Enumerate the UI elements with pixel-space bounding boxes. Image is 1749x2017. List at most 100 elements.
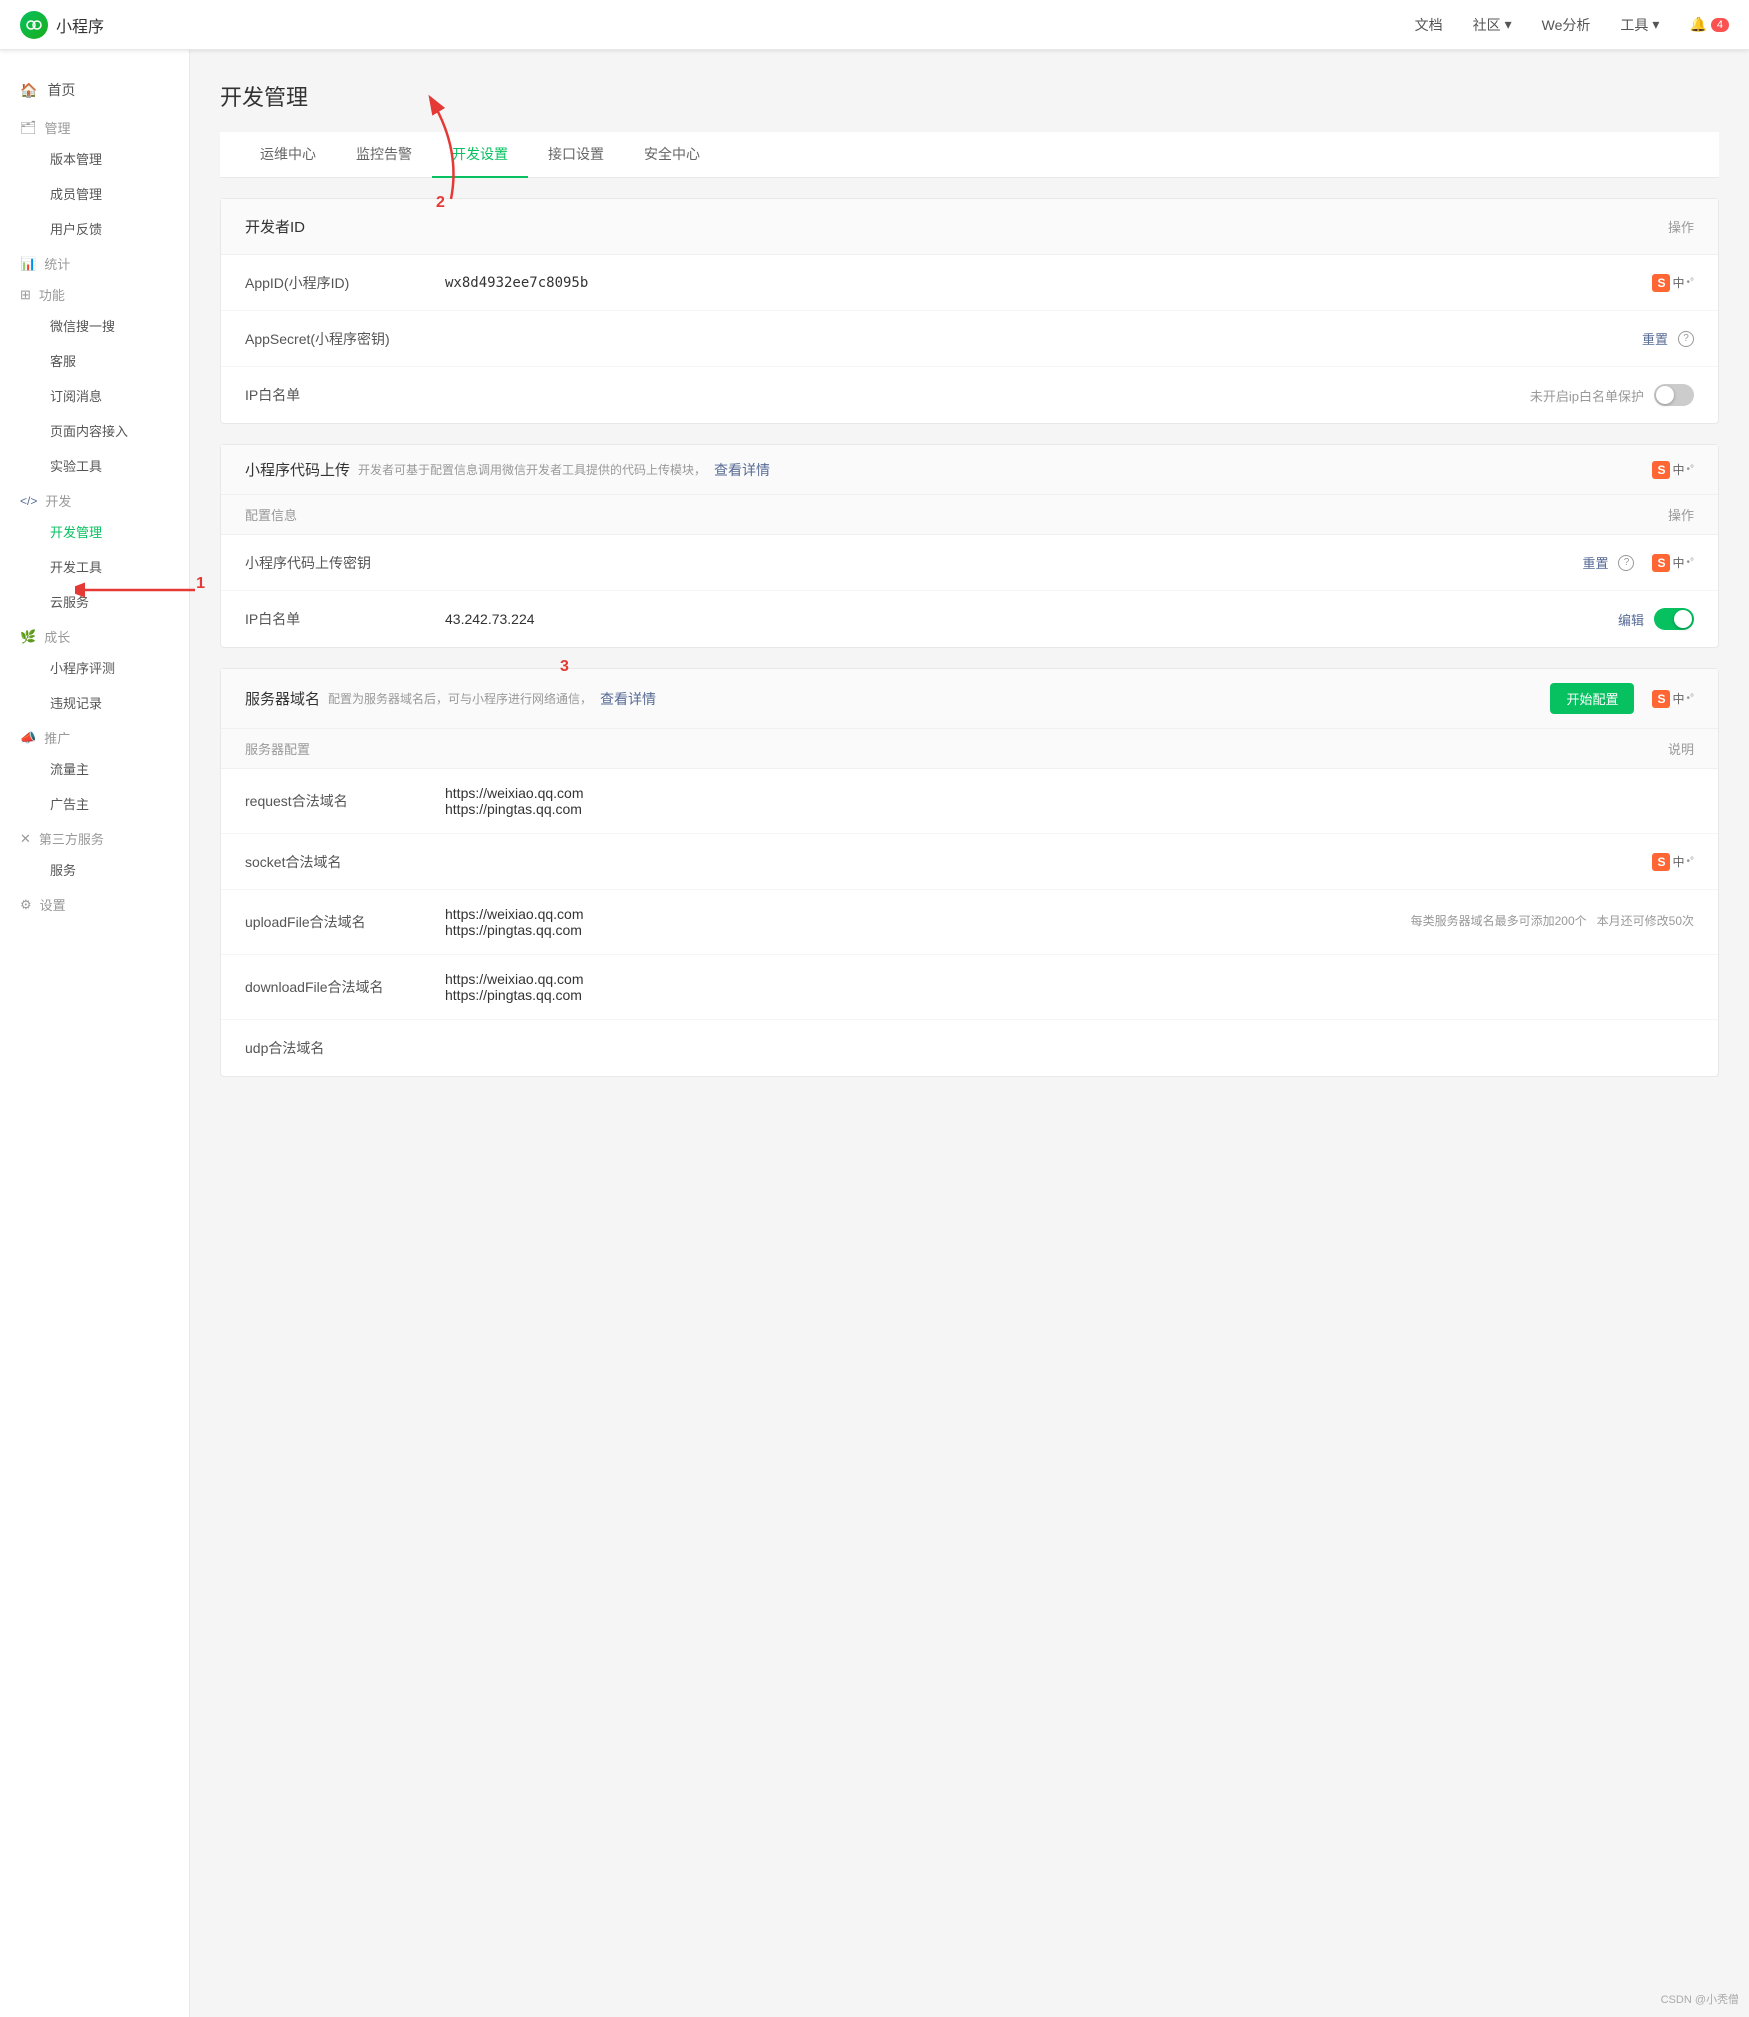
sidebar-item-cloud-service[interactable]: 云服务	[0, 584, 189, 619]
watermark: CSDN @小秃僧	[1661, 1991, 1739, 2007]
sidebar-section-growth[interactable]: 🌿 成长	[0, 619, 189, 650]
main-layout: 🏠 首页 🗂 管理 版本管理 成员管理 用户反馈 📊 统计 ⊞ 功能 微信搜一搜…	[0, 50, 1749, 2017]
sidebar-item-dev-tools[interactable]: 开发工具	[0, 549, 189, 584]
main-content: 开发管理 运维中心 监控告警 开发设置 接口设置 安全中心	[190, 50, 1749, 2017]
sidebar-section-feature[interactable]: ⊞ 功能	[0, 277, 189, 308]
s-badge: S	[1652, 274, 1670, 292]
sidebar-item-exp-tools[interactable]: 实验工具	[0, 448, 189, 483]
sidebar-item-subscribe-msg[interactable]: 订阅消息	[0, 378, 189, 413]
upload-key-label: 小程序代码上传密钥	[245, 553, 445, 573]
upload-ip-toggle[interactable]	[1654, 608, 1694, 630]
sidebar-item-advertiser[interactable]: 广告主	[0, 786, 189, 821]
sidebar-item-members[interactable]: 成员管理	[0, 176, 189, 211]
sidebar-label-home: 首页	[47, 80, 75, 100]
sidebar-item-service[interactable]: 服务	[0, 852, 189, 887]
upload-config-header: 配置信息	[245, 505, 297, 524]
socket-badge: S 中 •°	[1652, 853, 1694, 871]
appid-label: AppID(小程序ID)	[245, 273, 445, 293]
tab-ops[interactable]: 运维中心	[240, 132, 336, 178]
logo-text: 小程序	[56, 13, 104, 37]
appsecret-reset-btn[interactable]: 重置	[1642, 329, 1668, 348]
socket-domain-row: socket合法域名 S 中 •°	[221, 834, 1718, 890]
sidebar-section-promote[interactable]: 📣 推广	[0, 720, 189, 751]
notification-count: 4	[1711, 18, 1729, 32]
table-header-action: 操作	[1668, 217, 1694, 236]
tab-dev-settings[interactable]: 开发设置	[432, 132, 528, 178]
domain-config-header: 服务器配置	[245, 739, 310, 758]
sidebar-label-settings: 设置	[40, 895, 66, 914]
nav-community[interactable]: 社区 ▾	[1473, 15, 1512, 35]
developer-id-section: 2 开发者ID 操作 AppID(小程序ID) wx8d4932ee7c8095…	[220, 198, 1719, 424]
appsecret-help-icon[interactable]: ?	[1678, 331, 1694, 347]
udp-domain-row: udp合法域名	[221, 1020, 1718, 1076]
toggle-knob	[1656, 386, 1674, 404]
page-title: 开发管理	[220, 80, 1719, 112]
downloadfile-domain-value-1: https://weixiao.qq.com	[445, 971, 1694, 987]
sidebar-section-develop[interactable]: </> 开发	[0, 483, 189, 514]
tab-security[interactable]: 安全中心	[624, 132, 720, 178]
upload-ip-label: IP白名单	[245, 609, 445, 629]
tab-api-settings[interactable]: 接口设置	[528, 132, 624, 178]
appid-plugin-badge: S 中 •°	[1652, 274, 1694, 292]
start-config-button[interactable]: 开始配置	[1550, 683, 1634, 714]
uploadfile-domain-row: uploadFile合法域名 https://weixiao.qq.com ht…	[221, 890, 1718, 955]
uploadfile-domain-label: uploadFile合法域名	[245, 912, 445, 932]
upload-ip-edit-btn[interactable]: 编辑	[1618, 610, 1644, 629]
upload-key-actions: 重置 ? S 中 •°	[1582, 553, 1694, 572]
logo-icon	[20, 11, 48, 39]
sidebar-item-version[interactable]: 版本管理	[0, 141, 189, 176]
sidebar-section-stats[interactable]: 📊 统计	[0, 246, 189, 277]
sidebar-item-dev-management[interactable]: 开发管理	[0, 514, 189, 549]
bell-icon: 🔔	[1689, 16, 1706, 33]
tab-monitor[interactable]: 监控告警	[336, 132, 432, 178]
code-upload-section: 小程序代码上传 开发者可基于配置信息调用微信开发者工具提供的代码上传模块， 查看…	[220, 444, 1719, 648]
top-nav-right: 文档 社区 ▾ We分析 工具 ▾ 🔔 4	[1415, 15, 1729, 35]
upload-ip-value: 43.242.73.224	[445, 611, 1618, 627]
chevron-down-icon: ▾	[1652, 16, 1659, 33]
sidebar-item-customer-service[interactable]: 客服	[0, 343, 189, 378]
ip-whitelist-label: IP白名单	[245, 385, 445, 405]
server-domain-section: 服务器域名 配置为服务器域名后，可与小程序进行网络通信， 查看详情 开始配置 S…	[220, 668, 1719, 1077]
toggle-knob	[1674, 610, 1692, 628]
appid-row: AppID(小程序ID) wx8d4932ee7c8095b S 中 •°	[221, 255, 1718, 311]
sidebar-section-thirdparty[interactable]: ✕ 第三方服务	[0, 821, 189, 852]
appsecret-label: AppSecret(小程序密钥)	[245, 329, 445, 349]
request-domain-label: request合法域名	[245, 791, 445, 811]
ip-whitelist-action: 未开启ip白名单保护	[1530, 384, 1694, 406]
logo[interactable]: 小程序	[20, 11, 104, 39]
sidebar-item-page-content[interactable]: 页面内容接入	[0, 413, 189, 448]
zh-badge: 中	[1672, 274, 1684, 291]
sidebar-item-home[interactable]: 🏠 首页	[0, 70, 189, 110]
nav-analytics[interactable]: We分析	[1542, 15, 1591, 35]
notification-bell[interactable]: 🔔 4	[1689, 16, 1729, 33]
chevron-down-icon: ▾	[1505, 16, 1512, 33]
sidebar-item-traffic[interactable]: 流量主	[0, 751, 189, 786]
server-domain-detail-link[interactable]: 查看详情	[600, 689, 656, 709]
nav-docs[interactable]: 文档	[1415, 15, 1443, 35]
nav-tools[interactable]: 工具 ▾	[1620, 15, 1659, 35]
sidebar-item-feedback[interactable]: 用户反馈	[0, 211, 189, 246]
socket-domain-label: socket合法域名	[245, 852, 445, 872]
downloadfile-domain-values: https://weixiao.qq.com https://pingtas.q…	[445, 971, 1694, 1003]
code-upload-header-badge: S 中 •°	[1652, 461, 1694, 479]
sidebar-label-stats: 统计	[44, 254, 70, 273]
sidebar-section-settings[interactable]: ⚙ 设置	[0, 887, 189, 918]
uploadfile-domain-values: https://weixiao.qq.com https://pingtas.q…	[445, 906, 1411, 938]
code-upload-detail-link[interactable]: 查看详情	[714, 460, 770, 480]
promote-icon: 📣	[20, 730, 36, 746]
ip-whitelist-toggle[interactable]	[1654, 384, 1694, 406]
thirdparty-icon: ✕	[20, 831, 31, 847]
upload-key-reset-btn[interactable]: 重置	[1582, 553, 1608, 572]
sidebar-item-miniapp-eval[interactable]: 小程序评测	[0, 650, 189, 685]
udp-domain-label: udp合法域名	[245, 1038, 445, 1058]
uploadfile-note: 每类服务器域名最多可添加200个 本月还可修改50次	[1411, 912, 1694, 931]
request-domain-value-2: https://pingtas.qq.com	[445, 801, 1694, 817]
dot-badge: •°	[1687, 277, 1695, 288]
downloadfile-domain-label: downloadFile合法域名	[245, 977, 445, 997]
sidebar-item-wechat-search[interactable]: 微信搜一搜	[0, 308, 189, 343]
sidebar-item-violation[interactable]: 违规记录	[0, 685, 189, 720]
server-domain-title-area: 服务器域名 配置为服务器域名后，可与小程序进行网络通信， 查看详情	[245, 688, 656, 709]
request-domain-value-1: https://weixiao.qq.com	[445, 785, 1694, 801]
sidebar-section-manage[interactable]: 🗂 管理	[0, 110, 189, 141]
upload-key-help-icon[interactable]: ?	[1618, 555, 1634, 571]
